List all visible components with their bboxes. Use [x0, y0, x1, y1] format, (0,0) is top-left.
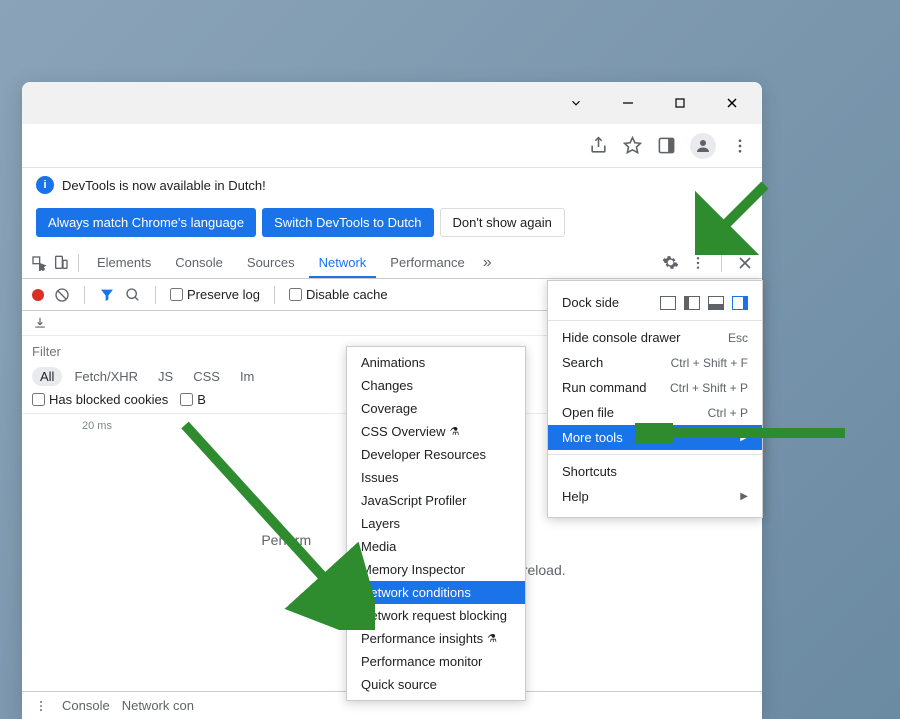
- info-icon: i: [36, 176, 54, 194]
- submenu-animations[interactable]: Animations: [347, 351, 525, 374]
- submenu-perf-monitor[interactable]: Performance monitor: [347, 650, 525, 673]
- submenu-issues[interactable]: Issues: [347, 466, 525, 489]
- minimize-button[interactable]: [606, 88, 650, 118]
- search-icon[interactable]: [125, 287, 141, 303]
- download-icon[interactable]: [32, 315, 48, 331]
- submenu-dev-resources[interactable]: Developer Resources: [347, 443, 525, 466]
- inspect-icon[interactable]: [30, 254, 48, 272]
- submenu-media[interactable]: Media: [347, 535, 525, 558]
- submenu-css-overview[interactable]: CSS Overview⚗: [347, 420, 525, 443]
- filter-fetch[interactable]: Fetch/XHR: [66, 367, 146, 386]
- submenu-network-conditions[interactable]: Network conditions: [347, 581, 525, 604]
- menu-shortcuts[interactable]: Shortcuts: [548, 459, 762, 484]
- blocked-requests-checkbox[interactable]: B: [180, 392, 206, 407]
- language-notice: i DevTools is now available in Dutch!: [22, 168, 762, 202]
- blocked-cookies-checkbox[interactable]: Has blocked cookies: [32, 392, 168, 407]
- notice-buttons: Always match Chrome's language Switch De…: [22, 202, 762, 247]
- time-marker: 20 ms: [82, 420, 112, 432]
- separator: [155, 286, 156, 304]
- gear-icon[interactable]: [661, 254, 679, 272]
- submenu-perf-insights[interactable]: Performance insights⚗: [347, 627, 525, 650]
- dock-undock-icon[interactable]: [660, 296, 676, 310]
- filter-icon[interactable]: [99, 287, 115, 303]
- menu-run-command[interactable]: Run commandCtrl + Shift + P: [548, 375, 762, 400]
- always-match-button[interactable]: Always match Chrome's language: [36, 208, 256, 237]
- devtools-tabs: Elements Console Sources Network Perform…: [22, 247, 762, 279]
- tab-performance[interactable]: Performance: [380, 249, 474, 276]
- dock-bottom-icon[interactable]: [708, 296, 724, 310]
- tab-network[interactable]: Network: [309, 249, 377, 278]
- submenu-layers[interactable]: Layers: [347, 512, 525, 535]
- dock-side-label: Dock side: [562, 295, 619, 310]
- device-mode-icon[interactable]: [52, 254, 70, 272]
- separator: [274, 286, 275, 304]
- dock-left-icon[interactable]: [684, 296, 700, 310]
- separator: [721, 254, 722, 272]
- maximize-button[interactable]: [658, 88, 702, 118]
- menu-open-file[interactable]: Open fileCtrl + P: [548, 400, 762, 425]
- submenu-js-profiler[interactable]: JavaScript Profiler: [347, 489, 525, 512]
- separator: [84, 286, 85, 304]
- dont-show-button[interactable]: Don't show again: [440, 208, 565, 237]
- record-icon[interactable]: [32, 289, 44, 301]
- clear-icon[interactable]: [54, 287, 70, 303]
- drawer-tab-network-con[interactable]: Network con: [122, 698, 194, 713]
- submenu-coverage[interactable]: Coverage: [347, 397, 525, 420]
- share-icon[interactable]: [588, 136, 608, 156]
- drawer-menu-icon[interactable]: [32, 697, 50, 715]
- close-devtools-icon[interactable]: [736, 254, 754, 272]
- more-tools-submenu: Animations Changes Coverage CSS Overview…: [346, 346, 526, 701]
- drawer-tab-console[interactable]: Console: [62, 698, 110, 713]
- menu-hide-drawer[interactable]: Hide console drawerEsc: [548, 325, 762, 350]
- chrome-menu-icon[interactable]: [730, 136, 750, 156]
- disable-cache-checkbox[interactable]: Disable cache: [289, 287, 388, 302]
- menu-search[interactable]: SearchCtrl + Shift + F: [548, 350, 762, 375]
- browser-toolbar: [22, 124, 762, 168]
- chevron-down-icon[interactable]: [554, 88, 598, 118]
- separator: [78, 254, 79, 272]
- window-title-bar: [22, 82, 762, 124]
- tab-sources[interactable]: Sources: [237, 249, 305, 276]
- tab-console[interactable]: Console: [165, 249, 233, 276]
- tab-elements[interactable]: Elements: [87, 249, 161, 276]
- dock-right-icon[interactable]: [732, 296, 748, 310]
- experiment-flag-icon: ⚗: [450, 425, 460, 438]
- bookmark-star-icon[interactable]: [622, 136, 642, 156]
- submenu-network-blocking[interactable]: Network request blocking: [347, 604, 525, 627]
- filter-js[interactable]: JS: [150, 367, 181, 386]
- notice-text: DevTools is now available in Dutch!: [62, 178, 266, 193]
- submenu-memory-inspector[interactable]: Memory Inspector: [347, 558, 525, 581]
- menu-more-tools[interactable]: More tools▶: [548, 425, 762, 450]
- switch-dutch-button[interactable]: Switch DevTools to Dutch: [262, 208, 433, 237]
- filter-img[interactable]: Im: [232, 367, 262, 386]
- experiment-flag-icon: ⚗: [487, 632, 497, 645]
- filter-all[interactable]: All: [32, 367, 62, 386]
- menu-help[interactable]: Help▶: [548, 484, 762, 509]
- preserve-log-checkbox[interactable]: Preserve log: [170, 287, 260, 302]
- dock-side-row: Dock side: [548, 289, 762, 316]
- close-button[interactable]: [710, 88, 754, 118]
- profile-icon[interactable]: [690, 133, 716, 159]
- reading-list-icon[interactable]: [656, 136, 676, 156]
- hint-text: Perform: [261, 532, 311, 548]
- devtools-menu-icon[interactable]: [689, 254, 707, 272]
- devtools-main-menu: Dock side Hide console drawerEsc SearchC…: [547, 280, 763, 518]
- filter-css[interactable]: CSS: [185, 367, 228, 386]
- submenu-quick-source[interactable]: Quick source: [347, 673, 525, 696]
- submenu-changes[interactable]: Changes: [347, 374, 525, 397]
- more-tabs-icon[interactable]: »: [483, 254, 492, 272]
